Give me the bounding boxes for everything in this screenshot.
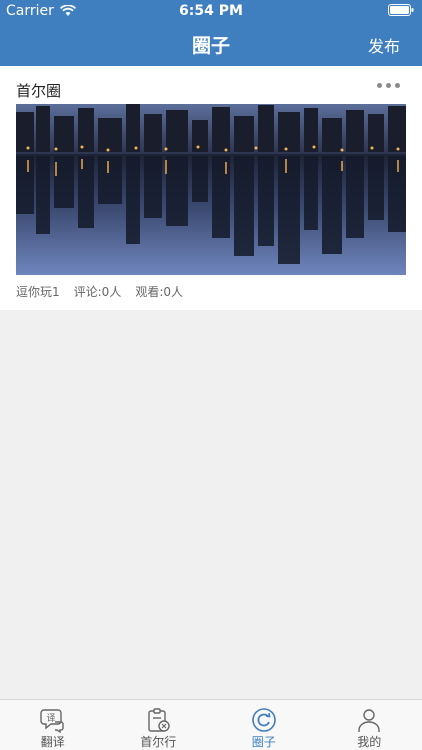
post-image[interactable] [16,104,406,275]
status-time: 6:54 PM [179,3,243,19]
page-title: 圈子 [191,35,230,57]
tab-seoul-trip[interactable]: 首尔行 [106,700,212,750]
tab-label: 圈子 [251,735,276,749]
clipboard-icon [148,708,170,732]
battery-icon [388,4,414,16]
tab-label: 首尔行 [140,735,177,749]
comment-count: 评论:0人 [73,285,122,299]
post-title: 首尔圈 [16,82,62,100]
nav-bar: 圈子 发布 [0,22,422,66]
post-card[interactable]: 首尔圈 逗你玩1 评论:0人 观看:0人 [0,66,422,310]
publish-button[interactable]: 发布 [368,33,400,57]
refresh-circle-icon [251,708,276,732]
post-author: 逗你玩1 [16,285,60,299]
translate-icon: 译 [40,709,64,733]
person-icon [358,709,380,732]
tab-label: 翻译 [40,735,65,749]
post-meta: 逗你玩1 评论:0人 观看:0人 [16,283,183,300]
svg-text:译: 译 [46,713,55,724]
more-options-icon[interactable] [377,83,400,88]
tab-bar: 译 翻译 首尔行 圈子 我的 [0,699,422,750]
tab-circle[interactable]: 圈子 [211,700,317,750]
tab-mine[interactable]: 我的 [317,700,422,750]
tab-translate[interactable]: 译 翻译 [0,700,106,750]
tab-label: 我的 [357,735,382,749]
status-bar: Carrier 6:54 PM [0,0,422,22]
view-count: 观看:0人 [135,285,184,299]
